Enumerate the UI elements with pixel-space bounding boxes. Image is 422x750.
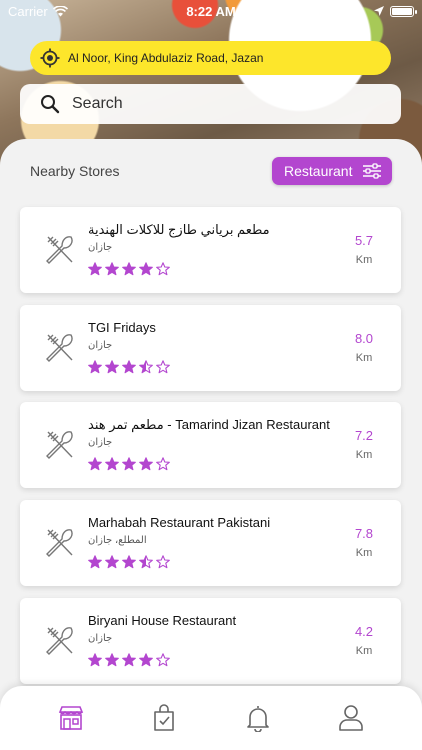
star-empty-icon: [156, 360, 170, 374]
status-bar: Carrier 8:22 AM: [0, 0, 422, 22]
store-distance: 5.7 Km: [349, 233, 379, 266]
star-filled-icon: [122, 262, 136, 276]
distance-value: 7.2: [354, 428, 374, 443]
store-icon[interactable]: [58, 704, 84, 732]
star-half-icon: [139, 555, 153, 569]
location-address: Al Noor, King Abdulaziz Road, Jazan: [68, 51, 264, 65]
distance-unit: Km: [355, 547, 373, 559]
status-time: 8:22 AM: [186, 3, 236, 19]
store-card[interactable]: Marhabah Restaurant Pakistani المطلع، جا…: [20, 500, 401, 586]
star-empty-icon: [156, 457, 170, 471]
search-input[interactable]: Search: [20, 84, 401, 124]
battery-icon: [390, 5, 417, 17]
distance-unit: Km: [355, 449, 373, 461]
nearby-header: Nearby Stores Restaurant: [30, 157, 392, 185]
store-rating: [88, 262, 170, 276]
star-filled-icon: [105, 262, 119, 276]
store-name: TGI Fridays: [88, 320, 156, 335]
distance-unit: Km: [355, 352, 373, 364]
star-empty-icon: [156, 555, 170, 569]
distance-value: 7.8: [354, 526, 374, 541]
search-placeholder: Search: [72, 95, 123, 112]
star-filled-icon: [105, 457, 119, 471]
star-filled-icon: [139, 262, 153, 276]
star-empty-icon: [156, 653, 170, 667]
star-half-icon: [139, 360, 153, 374]
fork-knife-icon: [46, 236, 73, 264]
star-filled-icon: [139, 457, 153, 471]
distance-value: 5.7: [354, 233, 374, 248]
distance-unit: Km: [355, 645, 373, 657]
star-filled-icon: [88, 555, 102, 569]
store-name: Biryani House Restaurant: [88, 613, 237, 628]
star-filled-icon: [139, 653, 153, 667]
star-filled-icon: [122, 457, 136, 471]
store-area: جازان: [88, 242, 113, 253]
store-rating: [88, 555, 170, 569]
store-distance: 4.2 Km: [349, 624, 379, 657]
store-name: Marhabah Restaurant Pakistani: [88, 515, 271, 530]
store-distance: 7.8 Km: [349, 526, 379, 559]
store-distance: 7.2 Km: [349, 428, 379, 461]
distance-value: 8.0: [354, 331, 374, 346]
store-name: مطعم تمر هند - Tamarind Jizan Restaurant: [88, 417, 330, 432]
nearby-stores-title: Nearby Stores: [30, 163, 120, 179]
distance-unit: Km: [355, 254, 373, 266]
star-filled-icon: [122, 555, 136, 569]
search-icon: [41, 95, 60, 114]
bottom-tab-bar: [0, 686, 422, 750]
star-filled-icon: [105, 555, 119, 569]
store-area: المطلع، جازان: [88, 535, 147, 546]
star-filled-icon: [122, 653, 136, 667]
store-distance: 8.0 Km: [349, 331, 379, 364]
star-filled-icon: [88, 360, 102, 374]
store-rating: [88, 457, 170, 471]
filter-label: Restaurant: [284, 163, 353, 179]
fork-knife-icon: [46, 334, 73, 362]
star-filled-icon: [88, 262, 102, 276]
location-selector[interactable]: Al Noor, King Abdulaziz Road, Jazan: [30, 41, 391, 75]
user-icon[interactable]: [338, 704, 364, 732]
shopping-bag-icon[interactable]: [151, 704, 177, 732]
store-card[interactable]: مطعم برياني طازج للاكلات الهندية جازان 5…: [20, 207, 401, 293]
fork-knife-icon: [46, 529, 73, 557]
store-card[interactable]: Biryani House Restaurant جازان 4.2 Km: [20, 598, 401, 684]
sliders-icon: [363, 163, 381, 179]
category-filter-button[interactable]: Restaurant: [272, 157, 392, 185]
star-filled-icon: [105, 653, 119, 667]
distance-value: 4.2: [354, 624, 374, 639]
store-area: جازان: [88, 340, 113, 351]
star-empty-icon: [156, 262, 170, 276]
star-filled-icon: [105, 360, 119, 374]
location-target-icon: [40, 48, 60, 68]
store-area: جازان: [88, 633, 113, 644]
fork-knife-icon: [46, 627, 73, 655]
star-filled-icon: [122, 360, 136, 374]
store-rating: [88, 653, 170, 667]
store-card[interactable]: مطعم تمر هند - Tamarind Jizan Restaurant…: [20, 402, 401, 488]
fork-knife-icon: [46, 431, 73, 459]
store-area: جازان: [88, 437, 113, 448]
star-filled-icon: [88, 653, 102, 667]
bell-icon[interactable]: [245, 704, 271, 732]
store-name: مطعم برياني طازج للاكلات الهندية: [88, 222, 270, 237]
store-rating: [88, 360, 170, 374]
store-card[interactable]: TGI Fridays جازان 8.0 Km: [20, 305, 401, 391]
star-filled-icon: [88, 457, 102, 471]
